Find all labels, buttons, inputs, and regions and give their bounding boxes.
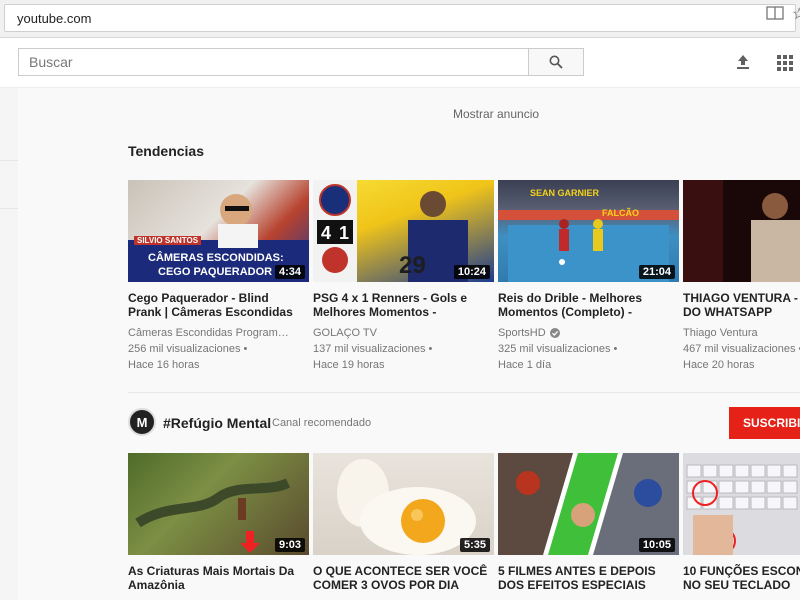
section-divider (128, 392, 800, 393)
video-title[interactable]: Reis do Drible - Melhores Momentos (Comp… (498, 291, 679, 319)
video-card[interactable]: SEAN GARNIER FALCÃO 21:04 Reis do Drible… (498, 180, 679, 371)
video-channel[interactable]: GOLAÇO TV (313, 327, 494, 339)
thumbnail-score: 1 (339, 223, 350, 243)
video-title[interactable]: 5 FILMES ANTES E DEPOIS DOS EFEITOS ESPE… (498, 564, 679, 592)
video-duration: 9:03 (274, 538, 305, 552)
channel-name-text: GOLAÇO TV (313, 327, 377, 339)
video-duration: 5:35 (459, 538, 490, 552)
video-card[interactable]: 9:03 As Criaturas Mais Mortais Da Amazôn… (128, 453, 309, 592)
search-box (18, 48, 529, 76)
subscribe-label: SUSCRIBIR (743, 416, 800, 430)
video-thumbnail[interactable] (683, 453, 800, 555)
video-title-line: 5 FILMES ANTES E DEPOIS (498, 564, 656, 578)
video-thumbnail[interactable]: SILVIO SANTOS CÂMERAS ESCONDIDAS: CEGO P… (128, 180, 309, 282)
video-title[interactable]: 10 FUNÇÕES ESCOND NO SEU TECLADO (683, 564, 800, 592)
search-icon (549, 55, 563, 69)
video-title-line: COMER 3 OVOS POR DIA (313, 578, 460, 592)
video-thumbnail[interactable] (683, 180, 800, 282)
video-title-line: Cego Paquerador - Blind (128, 291, 269, 305)
browser-address-bar: youtube.com ☆ (0, 0, 800, 38)
video-age: Hace 16 horas (128, 359, 200, 371)
search-input[interactable] (19, 49, 529, 75)
video-title-line: Amazônia (128, 578, 185, 592)
recommended-channel-tag: Canal recomendado (272, 417, 372, 429)
video-card[interactable]: 5:35 O QUE ACONTECE SER VOCÊ COMER 3 OVO… (313, 453, 494, 592)
verified-check-icon (549, 328, 560, 338)
guide-sidebar-edge (0, 88, 18, 600)
video-card[interactable]: SILVIO SANTOS CÂMERAS ESCONDIDAS: CEGO P… (128, 180, 309, 371)
video-title-line: As Criaturas Mais Mortais Da (128, 564, 295, 578)
video-title-line: DO WHATSAPP (683, 305, 773, 319)
show-ad-link[interactable]: Mostrar anuncio (453, 107, 539, 121)
video-card[interactable]: 10:05 5 FILMES ANTES E DEPOIS DOS EFEITO… (498, 453, 679, 592)
video-thumbnail[interactable]: 9:03 (128, 453, 309, 555)
upload-icon[interactable] (735, 54, 751, 70)
video-views: 325 mil visualizaciones • (498, 343, 618, 355)
video-card[interactable]: THIAGO VENTURA - Á DO WHATSAPP Thiago Ve… (683, 180, 800, 371)
video-title-line: Melhores Momentos - (313, 305, 437, 319)
channel-name-text: Câmeras Escondidas Program… (128, 327, 289, 339)
video-duration: 10:05 (638, 538, 675, 552)
video-views: 467 mil visualizaciones • (683, 343, 800, 355)
video-title[interactable]: As Criaturas Mais Mortais Da Amazônia (128, 564, 309, 592)
bookmark-star-icon[interactable]: ☆ (792, 4, 800, 24)
search-button[interactable] (528, 48, 584, 76)
video-age: Hace 20 horas (683, 359, 755, 371)
video-age: Hace 19 horas (313, 359, 385, 371)
thumbnail-tag: SILVIO SANTOS (134, 236, 202, 245)
video-age: Hace 1 día (498, 359, 552, 371)
apps-icon[interactable] (777, 55, 793, 71)
section-title-trending[interactable]: Tendencias (128, 143, 204, 159)
main-content: Mostrar anuncio Tendencias SILVIO SANTOS… (18, 88, 800, 600)
video-title-line: THIAGO VENTURA - Á (683, 291, 800, 305)
thumbnail-caption: CEGO PAQUERADOR (158, 266, 273, 278)
reader-view-icon[interactable] (766, 6, 784, 20)
video-thumbnail[interactable]: 4 1 29 10:24 (313, 180, 494, 282)
video-channel[interactable]: SportsHD (498, 327, 679, 339)
video-title[interactable]: Cego Paquerador - Blind Prank | Câmeras … (128, 291, 309, 319)
thumbnail-jersey-number: 29 (399, 252, 426, 279)
thumbnail-label: FALCÃO (602, 208, 639, 218)
video-thumbnail[interactable]: 5:35 (313, 453, 494, 555)
video-title-line: Momentos (Completo) - (498, 305, 632, 319)
video-title-line: DOS EFEITOS ESPECIAIS (498, 578, 646, 592)
video-title[interactable]: THIAGO VENTURA - Á DO WHATSAPP (683, 291, 800, 319)
video-views: 137 mil visualizaciones • (313, 343, 433, 355)
video-duration: 21:04 (638, 265, 675, 279)
channel-avatar[interactable]: M (128, 408, 156, 436)
avatar-letter: M (136, 414, 148, 430)
video-channel[interactable]: Thiago Ventura (683, 327, 800, 339)
video-duration: 4:34 (274, 265, 305, 279)
sidebar-divider (0, 208, 18, 209)
video-duration: 10:24 (453, 265, 490, 279)
url-field[interactable]: youtube.com (4, 4, 796, 32)
video-title-line: O QUE ACONTECE SER VOCÊ (313, 564, 488, 578)
recommended-channel-name[interactable]: #Refúgio Mental (163, 415, 271, 431)
video-title-line: NO SEU TECLADO (683, 578, 791, 592)
thumbnail-art (683, 453, 800, 555)
thumbnail-art (683, 180, 800, 282)
video-views: 256 mil visualizaciones • (128, 343, 248, 355)
video-card[interactable]: 4 1 29 10:24 PSG 4 x 1 Renners - Gols e … (313, 180, 494, 371)
channel-name-text: Thiago Ventura (683, 327, 758, 339)
video-channel[interactable]: Câmeras Escondidas Program… (128, 327, 309, 339)
video-title[interactable]: O QUE ACONTECE SER VOCÊ COMER 3 OVOS POR… (313, 564, 494, 592)
thumbnail-caption: CÂMERAS ESCONDIDAS: (148, 252, 284, 264)
youtube-header (0, 38, 800, 88)
video-thumbnail[interactable]: SEAN GARNIER FALCÃO 21:04 (498, 180, 679, 282)
video-thumbnail[interactable]: 10:05 (498, 453, 679, 555)
sidebar-divider (0, 160, 18, 161)
video-title-line: Prank | Câmeras Escondidas (128, 305, 293, 319)
thumbnail-score: 4 (321, 223, 332, 243)
channel-name-text: SportsHD (498, 327, 546, 339)
recommended-channel-header: M #Refúgio Mental Canal recomendado SUSC… (128, 407, 800, 439)
video-title[interactable]: PSG 4 x 1 Renners - Gols e Melhores Mome… (313, 291, 494, 319)
subscribe-button[interactable]: SUSCRIBIR (729, 407, 800, 439)
video-card[interactable]: 10 FUNÇÕES ESCOND NO SEU TECLADO (683, 453, 800, 592)
video-title-line: PSG 4 x 1 Renners - Gols e (313, 291, 468, 305)
thumbnail-label: SEAN GARNIER (530, 188, 600, 198)
url-text: youtube.com (17, 11, 92, 26)
video-title-line: Reis do Drible - Melhores (498, 291, 643, 305)
video-title-line: 10 FUNÇÕES ESCOND (683, 564, 800, 578)
